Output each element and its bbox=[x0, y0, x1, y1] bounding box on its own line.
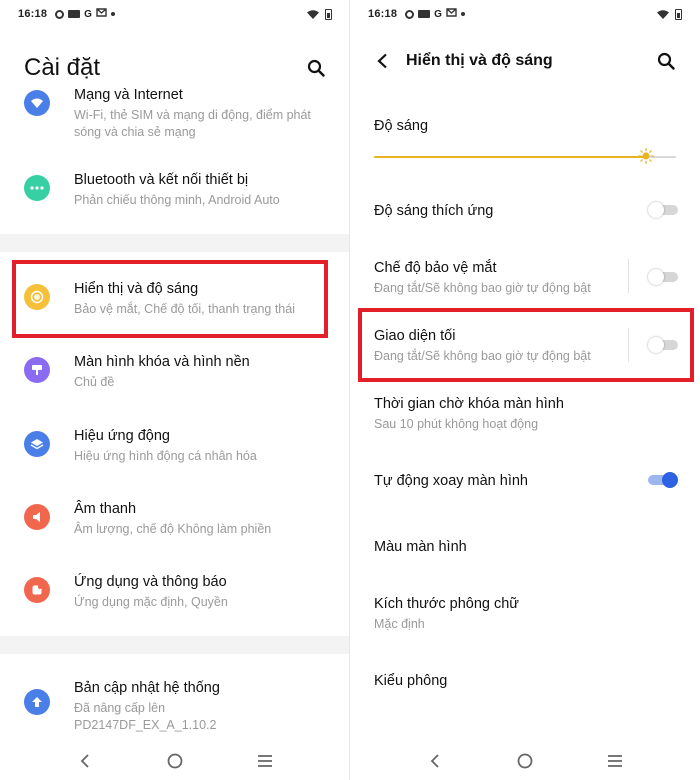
font-size-row[interactable]: Kích thước phông chữ Mặc định bbox=[374, 595, 680, 633]
auto-rotate-row[interactable]: Tự động xoay màn hình bbox=[374, 472, 680, 491]
item-title: Ứng dụng và thông báo bbox=[74, 574, 227, 590]
battery-icon bbox=[325, 8, 332, 20]
display-settings-screen: 16:18 G Hiển thị và độ sáng Độ sáng Độ s… bbox=[350, 0, 700, 780]
gear-status-icon bbox=[55, 9, 65, 19]
wifi-status-icon bbox=[307, 9, 319, 19]
item-subtitle: Chủ đề bbox=[74, 375, 115, 389]
navigation-bar bbox=[0, 742, 350, 780]
item-title: Bản cập nhật hệ thống bbox=[74, 680, 220, 696]
font-style-row[interactable]: Kiểu phông bbox=[374, 672, 680, 691]
highlight-box bbox=[358, 308, 694, 382]
settings-item-bluetooth[interactable]: Bluetooth và kết nối thiết bị Phản chiếu… bbox=[0, 171, 350, 209]
app-status-icon bbox=[418, 10, 431, 18]
item-title: Màn hình khóa và hình nền bbox=[74, 354, 250, 370]
wifi-icon bbox=[24, 90, 50, 116]
item-title: Mạng và Internet bbox=[74, 87, 183, 103]
back-arrow-icon[interactable] bbox=[372, 51, 392, 71]
more-dots-icon bbox=[24, 175, 50, 201]
settings-item-apps[interactable]: Ứng dụng và thông báo Ứng dụng mặc định,… bbox=[0, 573, 350, 611]
item-subtitle: Wi-Fi, thẻ SIM và mạng di động, điểm phá… bbox=[74, 108, 311, 139]
item-subtitle: Âm lượng, chế độ Không làm phiền bbox=[74, 522, 272, 536]
home-nav-icon[interactable] bbox=[513, 749, 537, 773]
item-subtitle: Phản chiếu thông minh, Android Auto bbox=[74, 193, 280, 207]
auto-rotate-toggle[interactable] bbox=[648, 472, 678, 488]
settings-item-lockscreen[interactable]: Màn hình khóa và hình nền Chủ đề bbox=[0, 353, 350, 391]
gear-status-icon bbox=[405, 9, 415, 19]
brightness-slider[interactable] bbox=[374, 148, 676, 164]
highlight-box bbox=[12, 260, 328, 338]
home-nav-icon[interactable] bbox=[163, 749, 187, 773]
brightness-label: Độ sáng bbox=[374, 118, 429, 134]
search-icon[interactable] bbox=[304, 56, 328, 80]
item-title: Hiệu ứng động bbox=[74, 428, 170, 444]
search-icon[interactable] bbox=[654, 49, 678, 73]
item-subtitle: Hiệu ứng hình động cá nhân hóa bbox=[74, 449, 257, 463]
adaptive-brightness-toggle[interactable] bbox=[648, 202, 678, 218]
settings-screen: 16:18 G Cài đặt Mạng và Internet Wi-Fi, … bbox=[0, 0, 350, 780]
dot-status-icon bbox=[110, 12, 115, 16]
brush-icon bbox=[24, 357, 50, 383]
section-divider bbox=[0, 234, 349, 252]
slider-fill bbox=[374, 156, 646, 158]
item-subtitle: Đã nâng cấp lên PD2147DF_EX_A_1.10.2 bbox=[74, 701, 217, 732]
vertical-divider bbox=[628, 259, 629, 293]
screen-timeout-row[interactable]: Thời gian chờ khóa màn hình Sau 10 phút … bbox=[374, 395, 680, 433]
app-status-icon bbox=[68, 10, 81, 18]
apps-icon bbox=[24, 577, 50, 603]
back-nav-icon[interactable] bbox=[423, 749, 447, 773]
item-subtitle: Ứng dụng mặc định, Quyền bbox=[74, 595, 228, 609]
sun-thumb-icon[interactable] bbox=[637, 148, 654, 164]
back-nav-icon[interactable] bbox=[73, 749, 97, 773]
item-title: Âm thanh bbox=[74, 501, 137, 517]
row-title: Tự động xoay màn hình bbox=[374, 473, 528, 489]
status-time: 16:18 bbox=[18, 8, 48, 20]
row-title: Kiểu phông bbox=[374, 673, 448, 689]
status-time: 16:18 bbox=[368, 8, 398, 20]
row-subtitle: Sau 10 phút không hoạt động bbox=[374, 417, 539, 431]
row-title: Độ sáng thích ứng bbox=[374, 203, 494, 219]
google-status-icon: G bbox=[434, 8, 442, 20]
status-bar: 16:18 G bbox=[350, 0, 700, 28]
row-title: Màu màn hình bbox=[374, 539, 467, 555]
menu-nav-icon[interactable] bbox=[253, 749, 277, 773]
navigation-bar bbox=[350, 742, 700, 780]
status-bar: 16:18 G bbox=[0, 0, 350, 28]
layers-icon bbox=[24, 431, 50, 457]
row-subtitle: Đang tắt/Sẽ không bao giờ tự động bật bbox=[374, 281, 591, 295]
row-subtitle: Mặc định bbox=[374, 617, 425, 631]
page-title: Hiển thị và độ sáng bbox=[406, 52, 553, 69]
google-status-icon: G bbox=[84, 8, 92, 20]
dot-status-icon bbox=[460, 12, 465, 16]
settings-item-network[interactable]: Mạng và Internet Wi-Fi, thẻ SIM và mạng … bbox=[0, 86, 350, 141]
row-title: Chế độ bảo vệ mắt bbox=[374, 260, 497, 276]
row-title: Thời gian chờ khóa màn hình bbox=[374, 396, 564, 412]
wifi-status-icon bbox=[657, 9, 669, 19]
mail-status-icon bbox=[446, 8, 457, 20]
battery-icon bbox=[675, 8, 682, 20]
mail-status-icon bbox=[96, 8, 107, 20]
item-title: Bluetooth và kết nối thiết bị bbox=[74, 172, 249, 188]
eye-protection-row[interactable]: Chế độ bảo vệ mắt Đang tắt/Sẽ không bao … bbox=[374, 259, 680, 297]
settings-item-sound[interactable]: Âm thanh Âm lượng, chế độ Không làm phiề… bbox=[0, 500, 350, 538]
section-divider bbox=[0, 636, 349, 654]
row-title: Kích thước phông chữ bbox=[374, 596, 519, 612]
page-title: Cài đặt bbox=[24, 53, 101, 81]
eye-protection-toggle[interactable] bbox=[648, 269, 678, 285]
sound-icon bbox=[24, 504, 50, 530]
update-icon bbox=[24, 689, 50, 715]
brightness-section: Độ sáng bbox=[374, 117, 680, 136]
settings-item-update[interactable]: Bản cập nhật hệ thống Đã nâng cấp lên PD… bbox=[0, 679, 350, 734]
menu-nav-icon[interactable] bbox=[603, 749, 627, 773]
screen-color-row[interactable]: Màu màn hình bbox=[374, 538, 680, 557]
display-header: Hiển thị và độ sáng bbox=[350, 40, 700, 82]
adaptive-brightness-row[interactable]: Độ sáng thích ứng bbox=[374, 202, 680, 221]
settings-item-animation[interactable]: Hiệu ứng động Hiệu ứng hình động cá nhân… bbox=[0, 427, 350, 465]
